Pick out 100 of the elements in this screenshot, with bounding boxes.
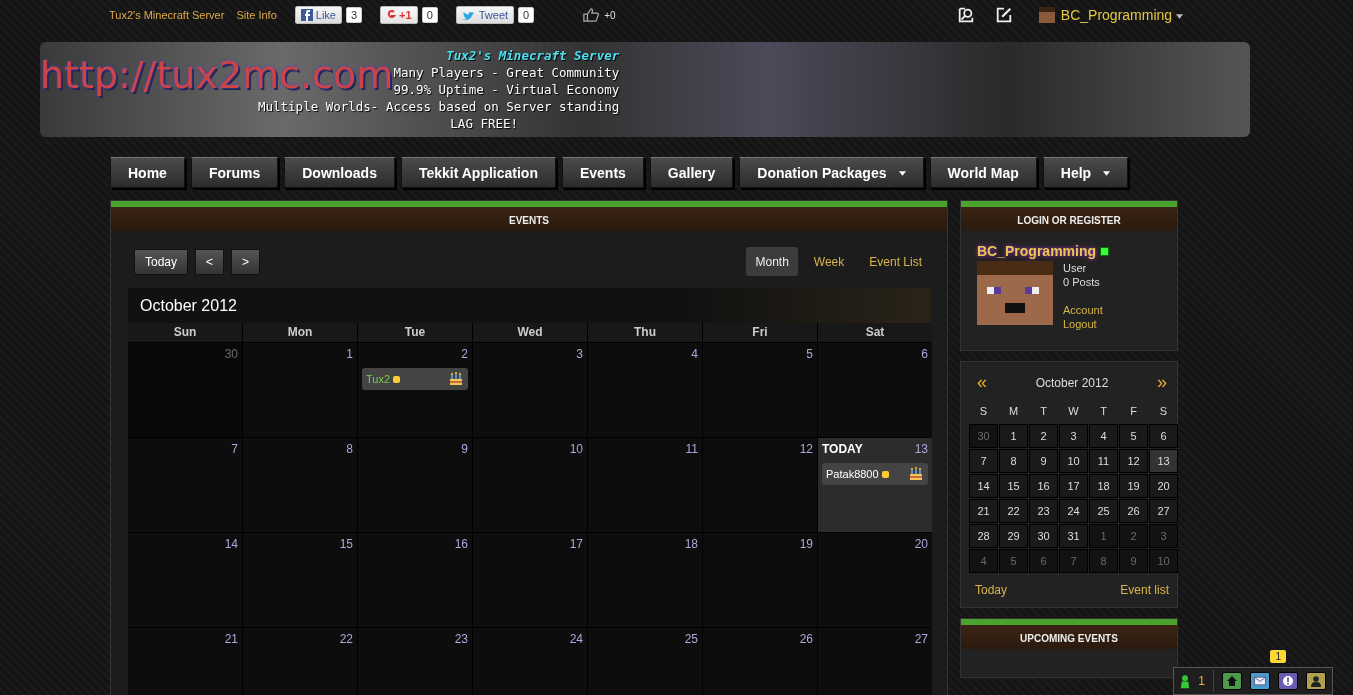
edit-icon[interactable]: [994, 6, 1013, 24]
day-button[interactable]: 30: [969, 424, 998, 448]
search-icon[interactable]: [956, 6, 975, 24]
day-number: 16: [454, 537, 468, 551]
day-button[interactable]: 9: [1119, 549, 1148, 573]
day-button[interactable]: 8: [1089, 549, 1118, 573]
day-number: 4: [691, 347, 698, 361]
previous-month-button[interactable]: «: [977, 372, 987, 393]
day-button[interactable]: 1: [1089, 524, 1118, 548]
day-button[interactable]: 23: [1029, 499, 1058, 523]
day-button[interactable]: 18: [1089, 474, 1118, 498]
day-button[interactable]: 31: [1059, 524, 1088, 548]
caret-icon: [1176, 13, 1183, 19]
notifications-button[interactable]: [1278, 672, 1298, 690]
day-number: 7: [231, 442, 238, 456]
day-number: 23: [454, 632, 468, 646]
account-link[interactable]: Account: [1063, 303, 1103, 317]
weekday-header: Sun: [128, 323, 242, 342]
day-number: 10: [569, 442, 583, 456]
day-button[interactable]: 7: [969, 449, 998, 473]
nav-button[interactable]: Forums: [190, 157, 279, 188]
day-button[interactable]: 25: [1089, 499, 1118, 523]
thumbs-up-icon[interactable]: [582, 7, 601, 23]
view-tab[interactable]: Event List: [860, 247, 931, 276]
day-button[interactable]: 16: [1029, 474, 1058, 498]
nav-button[interactable]: Downloads: [284, 157, 395, 188]
nav-button[interactable]: World Map: [929, 157, 1037, 188]
day-button[interactable]: 3: [1149, 524, 1178, 548]
like-button[interactable]: Like: [294, 6, 342, 24]
day-button[interactable]: 4: [1089, 424, 1118, 448]
day-number: 3: [576, 347, 583, 361]
nav-button[interactable]: Help: [1042, 157, 1129, 188]
day-number: 21: [224, 632, 238, 646]
nav-button[interactable]: Donation Packages: [739, 157, 924, 188]
calendar-nav-button[interactable]: <: [195, 248, 225, 275]
day-button[interactable]: 6: [1149, 424, 1178, 448]
day-button[interactable]: 14: [969, 474, 998, 498]
nav-button[interactable]: Gallery: [649, 157, 734, 188]
username[interactable]: BC_Programming: [977, 243, 1097, 259]
calendar-nav-button[interactable]: >: [231, 248, 261, 275]
plus-one-button[interactable]: +1: [380, 6, 418, 24]
day-button[interactable]: 9: [1029, 449, 1058, 473]
day-button[interactable]: 30: [1029, 524, 1058, 548]
day-button[interactable]: 13: [1149, 449, 1178, 473]
view-tab[interactable]: Month: [746, 247, 798, 276]
day-button[interactable]: 27: [1149, 499, 1178, 523]
exclamation-icon: [1282, 675, 1294, 687]
calendar-link[interactable]: Event list: [1120, 583, 1169, 597]
person-icon: [1310, 675, 1322, 687]
day-button[interactable]: 2: [1119, 524, 1148, 548]
contacts-button[interactable]: [1306, 672, 1326, 690]
mail-button[interactable]: [1250, 672, 1270, 690]
user-menu[interactable]: BC_Programming: [1060, 7, 1183, 23]
birthday-event[interactable]: Tux2: [362, 368, 468, 390]
home-button[interactable]: [1222, 672, 1242, 690]
day-button[interactable]: 6: [1029, 549, 1058, 573]
day-button[interactable]: 20: [1149, 474, 1178, 498]
day-button[interactable]: 1: [999, 424, 1028, 448]
birthday-event[interactable]: Patak8800: [822, 463, 928, 485]
share-count: 3: [345, 7, 363, 23]
day-button[interactable]: 15: [999, 474, 1028, 498]
avatar-icon: [1038, 7, 1055, 23]
day-button[interactable]: 12: [1119, 449, 1148, 473]
day-number: 20: [914, 537, 928, 551]
day-button[interactable]: 11: [1089, 449, 1118, 473]
share-count: 0: [518, 7, 535, 23]
account-link[interactable]: Logout: [1063, 317, 1103, 331]
day-number: 8: [346, 442, 353, 456]
calendar-link[interactable]: Today: [975, 583, 1008, 597]
next-month-button[interactable]: »: [1157, 372, 1167, 393]
day-button[interactable]: 3: [1059, 424, 1088, 448]
panel-title: EVENTS: [509, 215, 549, 226]
day-number: 5: [806, 347, 813, 361]
day-button[interactable]: 22: [999, 499, 1028, 523]
day-number: 13: [914, 442, 928, 456]
day-button[interactable]: 19: [1119, 474, 1148, 498]
day-number: 9: [461, 442, 468, 456]
day-button[interactable]: 8: [999, 449, 1028, 473]
day-button[interactable]: 28: [969, 524, 998, 548]
day-button[interactable]: 5: [1119, 424, 1148, 448]
cake-icon: [448, 371, 464, 387]
nav-button[interactable]: Tekkit Application: [400, 157, 556, 188]
day-button[interactable]: 24: [1059, 499, 1088, 523]
day-button[interactable]: 26: [1119, 499, 1148, 523]
day-button[interactable]: 17: [1059, 474, 1088, 498]
day-button[interactable]: 29: [999, 524, 1028, 548]
day-button[interactable]: 5: [999, 549, 1028, 573]
day-button[interactable]: 2: [1029, 424, 1058, 448]
nav-button[interactable]: Events: [561, 157, 644, 188]
tweet-button[interactable]: Tweet: [455, 6, 515, 24]
day-button[interactable]: 10: [1149, 549, 1178, 573]
view-tab[interactable]: Week: [804, 247, 854, 276]
day-button[interactable]: 21: [969, 499, 998, 523]
day-button[interactable]: 7: [1059, 549, 1088, 573]
nav-button[interactable]: Home: [110, 157, 185, 188]
top-link[interactable]: Tux2's Minecraft Server: [109, 9, 225, 21]
day-button[interactable]: 10: [1059, 449, 1088, 473]
top-link[interactable]: Site Info: [236, 9, 277, 21]
day-number: 2: [461, 347, 468, 361]
calendar-nav-button[interactable]: Today: [134, 248, 189, 275]
